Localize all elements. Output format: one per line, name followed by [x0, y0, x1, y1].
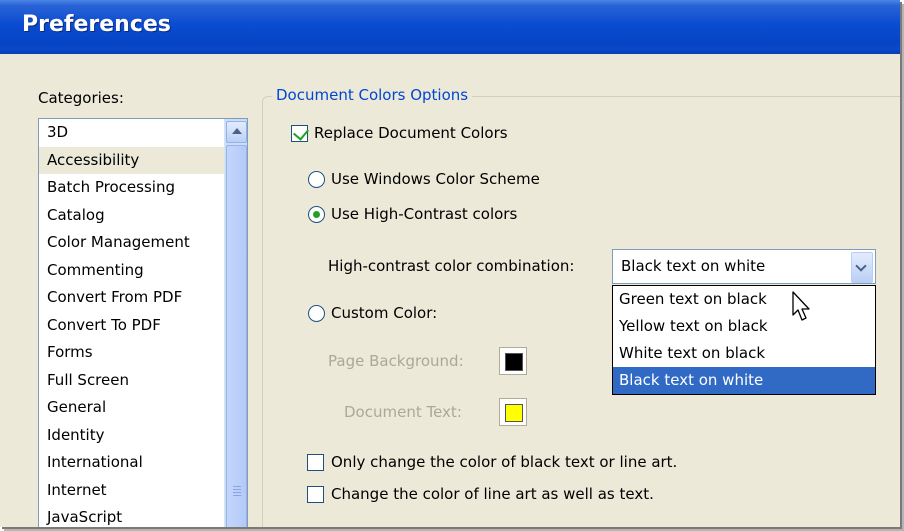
dropdown-option[interactable]: Yellow text on black [613, 313, 875, 340]
windows-scheme-label[interactable]: Use Windows Color Scheme [331, 170, 540, 188]
only-black-text-checkbox[interactable] [307, 454, 324, 471]
dropdown-arrow-icon[interactable] [851, 252, 873, 283]
combination-dropdown-list[interactable]: Green text on black Yellow text on black… [612, 285, 876, 395]
category-item[interactable]: Accessibility [39, 146, 247, 174]
line-art-label[interactable]: Change the color of line art as well as … [331, 485, 654, 503]
page-background-swatch[interactable] [499, 347, 527, 375]
combination-label: High-contrast color combination: [328, 257, 575, 275]
only-black-text-label[interactable]: Only change the color of black text or l… [331, 453, 677, 471]
thumb-grip [233, 489, 241, 490]
category-item[interactable]: 3D [39, 119, 247, 147]
document-text-label: Document Text: [344, 403, 462, 421]
category-item[interactable]: Catalog [39, 202, 247, 230]
scroll-up-arrow-icon[interactable] [226, 121, 247, 143]
categories-items: 3D Accessibility Batch Processing Catalog Co… [39, 119, 247, 527]
replace-colors-checkbox[interactable] [291, 124, 310, 142]
page-background-label: Page Background: [328, 352, 464, 370]
custom-color-radio[interactable] [308, 305, 325, 322]
category-item[interactable]: Identity [39, 422, 247, 450]
thumb-grip [233, 486, 241, 487]
mouse-pointer-icon [792, 291, 810, 321]
custom-color-label[interactable]: Custom Color: [331, 304, 437, 322]
categories-list[interactable]: 3D Accessibility Batch Processing Catalog Co… [38, 118, 248, 527]
dropdown-option-highlighted[interactable]: Black text on white [613, 367, 875, 394]
scroll-thumb[interactable] [226, 145, 247, 527]
document-text-color [505, 404, 523, 422]
checkbox-checked-icon [292, 124, 310, 141]
categories-scrollbar[interactable] [224, 119, 247, 527]
category-item[interactable]: Color Management [39, 229, 247, 257]
category-item[interactable]: Batch Processing [39, 174, 247, 202]
category-item[interactable]: Full Screen [39, 367, 247, 395]
thumb-grip [233, 495, 241, 496]
combination-value: Black text on white [621, 257, 766, 275]
radio-selected-icon [313, 211, 320, 218]
title-bar[interactable]: Preferences [0, 0, 900, 54]
category-item[interactable]: Forms [39, 339, 247, 367]
replace-colors-label[interactable]: Replace Document Colors [314, 124, 508, 142]
category-item[interactable]: Convert From PDF [39, 284, 247, 312]
category-item[interactable]: Internet [39, 477, 247, 505]
category-item[interactable]: International [39, 449, 247, 477]
categories-label: Categories: [38, 89, 124, 107]
category-item[interactable]: General [39, 394, 247, 422]
combination-select[interactable]: Black text on white [612, 249, 876, 284]
windows-scheme-radio[interactable] [308, 171, 325, 188]
category-item[interactable]: JavaScript [39, 504, 247, 527]
high-contrast-label[interactable]: Use High-Contrast colors [331, 205, 517, 223]
window-title: Preferences [22, 12, 171, 37]
high-contrast-radio[interactable] [308, 206, 325, 223]
dropdown-option[interactable]: Green text on black [613, 286, 875, 313]
category-item[interactable]: Convert To PDF [39, 312, 247, 340]
thumb-grip [233, 492, 241, 493]
dropdown-option[interactable]: White text on black [613, 340, 875, 367]
document-text-swatch[interactable] [499, 398, 527, 426]
group-title: Document Colors Options [272, 86, 473, 104]
line-art-checkbox[interactable] [307, 486, 324, 503]
category-item[interactable]: Commenting [39, 257, 247, 285]
page-background-color [505, 353, 523, 371]
preferences-dialog: Preferences Categories: 3D Accessibility B… [0, 0, 900, 527]
